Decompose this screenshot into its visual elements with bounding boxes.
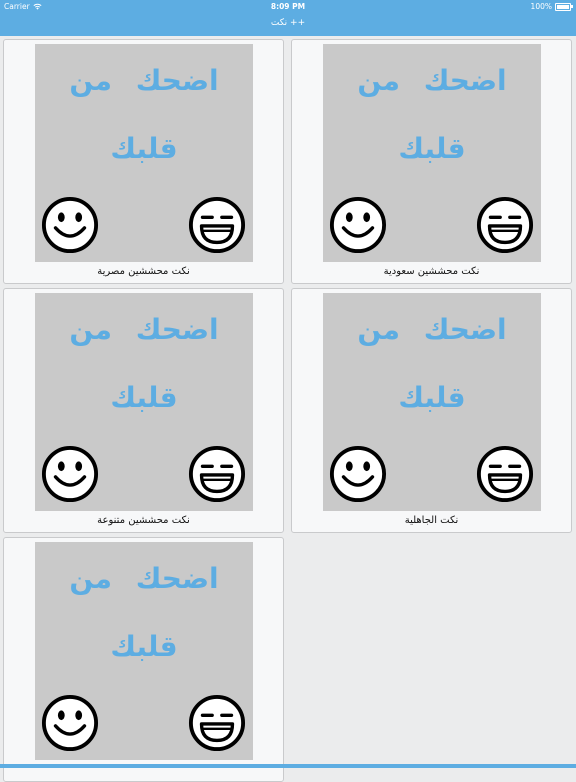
thumbnail-line2: قلبك [110,381,178,414]
category-card[interactable]: اضحك من قلبك نكت محششين مصرية [3,39,284,284]
grin-face-icon [188,694,246,752]
smile-face-icon [329,445,387,503]
category-caption: نكت محششين مصرية [97,266,190,277]
thumbnail-line2: قلبك [398,381,466,414]
battery-icon [555,2,573,11]
category-caption: نكت محششين متنوعة [97,515,190,526]
category-thumbnail: اضحك من قلبك [323,44,541,262]
smile-face-icon [41,694,99,752]
status-bar: Carrier 8:09 PM 100% [0,0,576,13]
category-card[interactable]: اضحك من قلبك نكت محششين متنوعة [3,288,284,533]
thumbnail-line1: اضحك من [69,313,219,346]
thumbnail-line1: اضحك من [69,562,219,595]
category-thumbnail: اضحك من قلبك [35,44,253,262]
category-thumbnail: اضحك من قلبك [35,542,253,760]
grin-face-icon [188,445,246,503]
category-thumbnail: اضحك من قلبك [35,293,253,511]
top-bar: Carrier 8:09 PM 100% نكت ++ [0,0,576,36]
smile-face-icon [329,196,387,254]
category-card[interactable]: اضحك من قلبك [3,537,284,782]
thumbnail-line2: قلبك [398,132,466,165]
status-time: 8:09 PM [270,2,306,11]
grin-face-icon [476,196,534,254]
category-caption: نكت الجاهلية [404,515,459,526]
thumbnail-line2: قلبك [110,132,178,165]
battery-percent: 100% [530,2,552,11]
thumbnail-line1: اضحك من [69,64,219,97]
smile-face-icon [41,445,99,503]
nav-title: نكت ++ [270,18,306,28]
grin-face-icon [476,445,534,503]
thumbnail-line1: اضحك من [357,64,507,97]
thumbnail-line2: قلبك [110,630,178,663]
grin-face-icon [188,196,246,254]
category-caption: نكت محششين سعودية [383,266,480,277]
thumbnail-line1: اضحك من [357,313,507,346]
bottom-bar [0,764,576,768]
category-card[interactable]: اضحك من قلبك نكت محششين سعودية [291,39,572,284]
smile-face-icon [41,196,99,254]
category-thumbnail: اضحك من قلبك [323,293,541,511]
battery-info: 100% [530,2,573,11]
category-card[interactable]: اضحك من قلبك نكت الجاهلية [291,288,572,533]
